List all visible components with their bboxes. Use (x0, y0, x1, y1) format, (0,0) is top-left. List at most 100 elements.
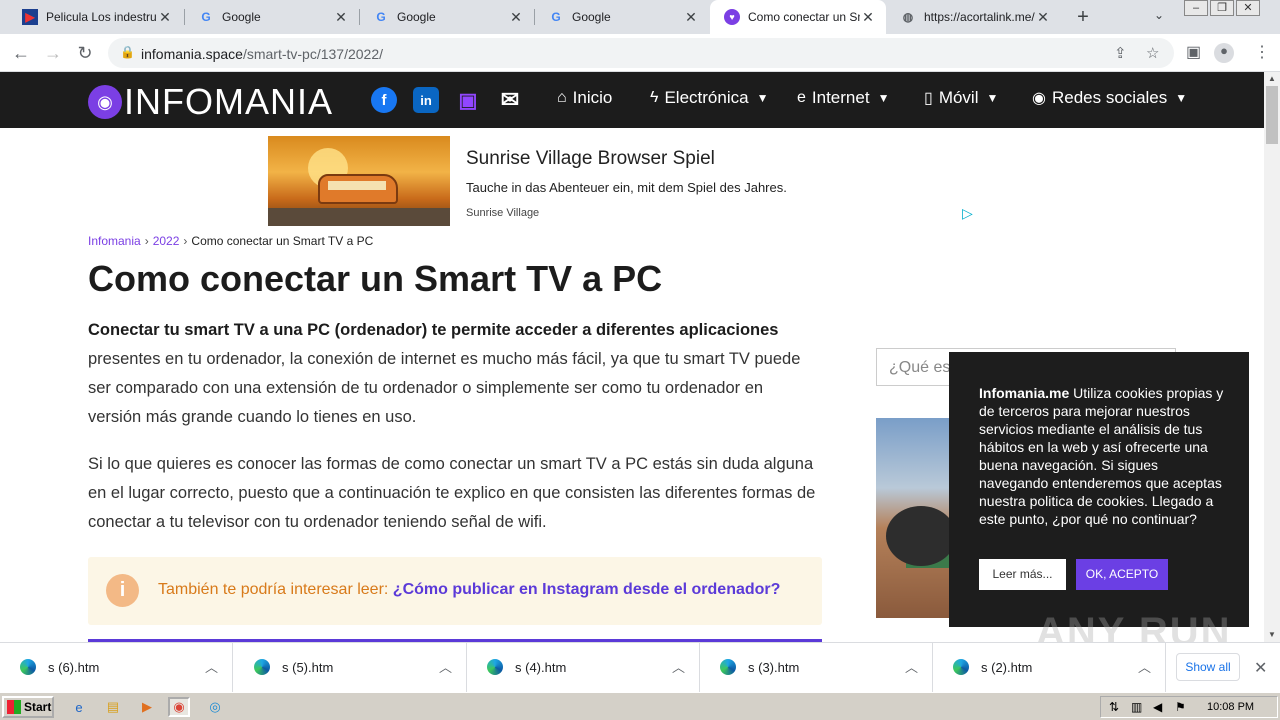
nav-redes-sociales[interactable]: ◉ Redes sociales ▼ (1032, 88, 1187, 108)
close-icon[interactable]: ✕ (508, 9, 524, 26)
download-bar: s (6).htm ︿ s (5).htm ︿ s (4).htm ︿ s (3… (0, 642, 1280, 693)
scroll-up-icon[interactable]: ▲ (1264, 72, 1280, 86)
accept-cookies-button[interactable]: OK, ACEPTO (1076, 559, 1168, 590)
back-icon[interactable]: ← (8, 40, 34, 66)
ie-icon[interactable]: e (68, 697, 90, 717)
edge-icon (20, 659, 36, 675)
chevron-up-icon[interactable]: ︿ (205, 657, 218, 676)
related-link[interactable]: ¿Cómo publicar en Instagram desde el ord… (393, 581, 781, 598)
download-item[interactable]: s (2).htm ︿ (933, 643, 1166, 693)
minimize-icon[interactable]: – (1184, 0, 1208, 16)
breadcrumb-year[interactable]: 2022 (153, 234, 180, 248)
ad-image[interactable] (268, 136, 450, 226)
address-bar[interactable]: 🔒 infomania.space/smart-tv-pc/137/2022/ … (108, 38, 1174, 68)
close-window-icon[interactable]: ✕ (1236, 0, 1260, 16)
site-logo[interactable]: ◉ INFOMANIA (88, 81, 333, 123)
related-box: i También te podría interesar leer: ¿Cóm… (88, 557, 822, 625)
close-icon[interactable]: ✕ (683, 9, 699, 26)
scroll-thumb[interactable] (1266, 86, 1278, 144)
breadcrumb-current: Como conectar un Smart TV a PC (191, 234, 374, 248)
chevron-down-icon: ▼ (986, 91, 999, 105)
google-icon: G (201, 10, 211, 24)
breadcrumb: Infomania › 2022 › Como conectar un Smart TV… (88, 234, 374, 248)
close-icon[interactable]: ✕ (1254, 658, 1267, 678)
flag-icon[interactable]: ⚑ (1175, 700, 1186, 714)
circle-icon: ◉ (1032, 90, 1046, 107)
facebook-icon[interactable]: f (371, 87, 397, 113)
tab-title: Google (397, 10, 436, 24)
scroll-down-icon[interactable]: ▼ (1264, 628, 1280, 642)
close-icon[interactable]: ✕ (333, 9, 349, 26)
download-item[interactable]: s (3).htm ︿ (700, 643, 933, 693)
chevron-down-icon: ▼ (756, 91, 769, 105)
chevron-up-icon[interactable]: ︿ (439, 657, 452, 676)
edge-icon[interactable]: ◎ (204, 697, 226, 717)
adchoices-icon[interactable]: ▷ (962, 205, 973, 222)
new-tab-button[interactable]: + (1072, 6, 1094, 28)
breadcrumb-home[interactable]: Infomania (88, 234, 141, 248)
chrome-icon[interactable]: ◉ (168, 697, 190, 717)
infomania-icon: ♥ (724, 9, 740, 25)
tab-1[interactable]: ▶ Pelicula Los indestructibles 2 ✕ (8, 0, 183, 34)
menu-kebab-icon[interactable]: ⋮ (1254, 42, 1270, 62)
mail-icon[interactable]: ✉ (497, 87, 523, 113)
show-all-button[interactable]: Show all (1176, 653, 1240, 681)
tab-strip: ▶ Pelicula Los indestructibles 2 ✕ G Goo… (0, 0, 1280, 34)
browser-toolbar: ← → ↻ 🔒 infomania.space/smart-tv-pc/137/… (0, 34, 1280, 72)
bookmark-star-icon[interactable]: ☆ (1146, 44, 1159, 62)
tab-4[interactable]: G Google ✕ (534, 0, 709, 34)
tab-title: https://acortalink.me/r (924, 10, 1035, 24)
close-icon[interactable]: ✕ (157, 9, 173, 26)
profile-icon[interactable]: ● (1214, 43, 1234, 63)
chevron-up-icon[interactable]: ︿ (672, 657, 685, 676)
linkedin-icon[interactable]: in (413, 87, 439, 113)
download-item[interactable]: s (5).htm ︿ (234, 643, 467, 693)
lock-icon[interactable]: 🔒 (120, 45, 135, 59)
share-icon[interactable]: ⇪ (1114, 44, 1127, 62)
nav-movil[interactable]: ▯ Móvil ▼ (924, 88, 998, 108)
media-player-icon[interactable]: ▶ (136, 697, 158, 717)
google-icon: G (376, 10, 386, 24)
nav-internet[interactable]: e Internet ▼ (797, 88, 889, 108)
article-title: Como conectar un Smart TV a PC (88, 258, 663, 299)
twitch-icon[interactable]: ▣ (455, 87, 481, 113)
ad-headline[interactable]: Sunrise Village Browser Spiel (466, 148, 715, 170)
article-intro: Conectar tu smart TV a una PC (ordenador… (88, 321, 801, 426)
reload-icon[interactable]: ↻ (72, 40, 98, 66)
url-text[interactable]: infomania.space/smart-tv-pc/137/2022/ (141, 46, 383, 62)
windows-taskbar: Start e ▤ ▶ ◉ ◎ ⇅ ▥ ◀ ⚑ 10:08 PM (0, 692, 1280, 720)
chevron-down-icon: ▼ (877, 91, 890, 105)
page-scrollbar[interactable]: ▲ ▼ (1264, 72, 1280, 642)
tab-title: Google (572, 10, 611, 24)
tab-6[interactable]: ◍ https://acortalink.me/r ✕ (886, 0, 1061, 34)
folder-icon[interactable]: ▤ (102, 697, 124, 717)
restore-icon[interactable]: ❐ (1210, 0, 1234, 16)
side-panel-icon[interactable]: ▣ (1186, 42, 1201, 62)
chevron-up-icon[interactable]: ︿ (905, 657, 918, 676)
nav-inicio[interactable]: ⌂ Inicio (557, 88, 612, 108)
forward-icon[interactable]: → (40, 40, 66, 66)
tab-3[interactable]: G Google ✕ (359, 0, 534, 34)
download-item[interactable]: s (6).htm ︿ (0, 643, 233, 693)
close-icon[interactable]: ✕ (860, 9, 876, 26)
tab-2[interactable]: G Google ✕ (184, 0, 359, 34)
ad-banner[interactable]: Sunrise Village Browser Spiel Tauche in … (268, 136, 978, 226)
download-item[interactable]: s (4).htm ︿ (467, 643, 700, 693)
volume-icon[interactable]: ◀ (1153, 700, 1162, 714)
tab-title: Google (222, 10, 261, 24)
start-button[interactable]: Start (2, 696, 54, 718)
search-placeholder: ¿Qué es (889, 359, 951, 376)
tab-search-icon[interactable]: ⌄ (1154, 8, 1164, 22)
ad-sponsor: Sunrise Village (466, 207, 540, 219)
read-more-button[interactable]: Leer más... (979, 559, 1066, 590)
chevron-up-icon[interactable]: ︿ (1138, 657, 1151, 676)
network-icon[interactable]: ▥ (1131, 700, 1142, 714)
nav-electronica[interactable]: ϟ Electrónica ▼ (650, 88, 768, 108)
movie-icon: ▶ (22, 9, 38, 25)
tray-arrows-icon[interactable]: ⇅ (1109, 700, 1119, 714)
close-icon[interactable]: ✕ (1035, 9, 1051, 26)
google-icon: G (551, 10, 561, 24)
tab-5-active[interactable]: ♥ Como conectar un Smart TV a PC ✕ (710, 0, 886, 34)
windows-logo-icon (7, 700, 21, 714)
site-header: ◉ INFOMANIA f in ▣ ✉ ⌂ Inicio ϟ Electrón… (0, 72, 1264, 128)
